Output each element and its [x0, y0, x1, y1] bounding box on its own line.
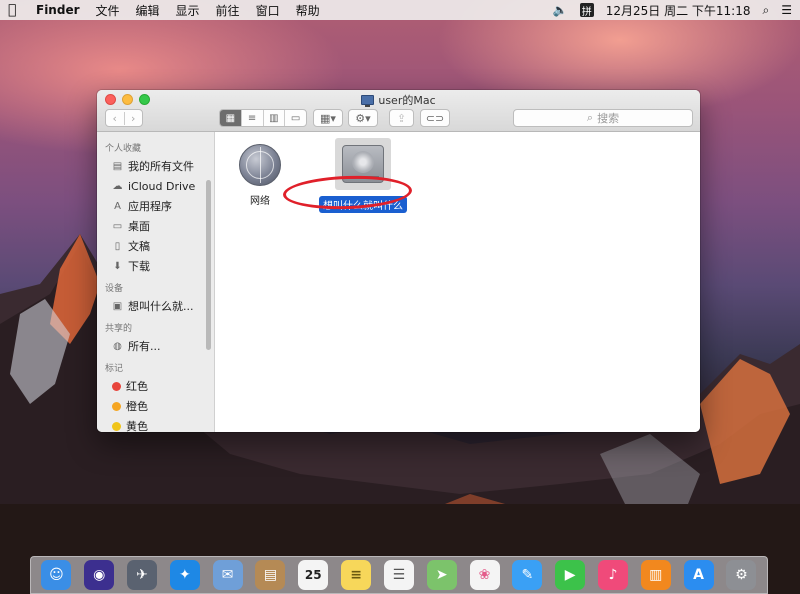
icon-view-button[interactable]: ▦: [220, 110, 242, 126]
sidebar-item-icloud-drive[interactable]: ☁ iCloud Drive: [97, 176, 214, 196]
spotlight-icon[interactable]: ⌕: [763, 3, 770, 18]
apple-menu-icon[interactable]: : [8, 2, 24, 18]
sidebar-item-tag-red[interactable]: 红色: [97, 376, 214, 396]
sidebar-item-label: iCloud Drive: [128, 179, 196, 193]
file-item-network[interactable]: 网络: [239, 144, 281, 207]
music-dock-icon[interactable]: ♪: [597, 560, 628, 590]
search-field[interactable]: ⌕ 搜索: [513, 109, 693, 127]
messages-dock-icon[interactable]: ✎: [512, 560, 543, 590]
sidebar: 个人收藏 ▤ 我的所有文件 ☁ iCloud Drive A 应用程序 ▭ 桌面…: [97, 132, 215, 432]
sidebar-section-tags: 标记: [105, 364, 124, 374]
navigation-buttons: ‹ ›: [105, 109, 143, 127]
download-icon: ⬇: [113, 260, 122, 272]
sidebar-section-devices: 设备: [105, 284, 124, 294]
cover-flow-button[interactable]: ▭: [285, 110, 306, 126]
menu-go[interactable]: 前往: [216, 2, 240, 19]
facetime-dock-icon[interactable]: ▶: [555, 560, 586, 590]
sidebar-item-label: 所有...: [128, 340, 161, 353]
sidebar-item-label: 想叫什么就...: [128, 300, 194, 313]
sidebar-section-shared: 共享的: [105, 324, 133, 334]
dock: ☺ ◉ ✈ ✦ ✉ ▤ 25 ≡ ☰ ➤ ❀ ✎ ▶ ♪ ▥ A ⚙: [30, 556, 768, 594]
sidebar-item-downloads[interactable]: ⬇ 下载: [97, 256, 214, 276]
app-store-dock-icon[interactable]: A: [683, 560, 714, 590]
share-button[interactable]: ⇪: [389, 109, 414, 127]
finder-dock-icon[interactable]: ☺: [41, 560, 72, 590]
network-icon: ◍: [113, 340, 122, 352]
menu-edit[interactable]: 编辑: [136, 2, 160, 19]
sidebar-item-tag-yellow[interactable]: 黄色: [97, 416, 214, 432]
notes-dock-icon[interactable]: ≡: [341, 560, 372, 590]
yellow-tag-icon: [112, 421, 121, 431]
sidebar-item-label: 下载: [128, 260, 150, 273]
search-icon: ⌕: [586, 111, 594, 124]
file-label: 网络: [250, 196, 270, 207]
list-view-button[interactable]: ≡: [242, 110, 264, 126]
sidebar-item-label: 应用程序: [128, 200, 172, 213]
tag-button[interactable]: ⊂⊃: [420, 109, 450, 127]
reminders-dock-icon[interactable]: ☰: [383, 560, 414, 590]
launchpad-dock-icon[interactable]: ✈: [127, 560, 158, 590]
menu-file[interactable]: 文件: [96, 2, 120, 19]
sidebar-item-label: 桌面: [128, 220, 150, 233]
books-dock-icon[interactable]: ▥: [640, 560, 671, 590]
sidebar-item-all-files[interactable]: ▤ 我的所有文件: [97, 156, 214, 176]
sidebar-item-label: 我的所有文件: [128, 160, 194, 173]
maps-dock-icon[interactable]: ➤: [426, 560, 457, 590]
action-gear-button[interactable]: ⚙▾: [348, 109, 378, 127]
desktop-icon: ▭: [112, 220, 123, 232]
sidebar-item-tag-orange[interactable]: 橙色: [97, 396, 214, 416]
computer-icon: [361, 95, 375, 107]
sidebar-item-label: 黄色: [126, 420, 148, 432]
calendar-dock-icon[interactable]: 25: [298, 560, 329, 590]
back-button[interactable]: ‹: [106, 111, 125, 125]
sidebar-item-label: 红色: [126, 380, 148, 393]
menu-window[interactable]: 窗口: [256, 2, 280, 19]
mail-dock-icon[interactable]: ✉: [212, 560, 243, 590]
siri-dock-icon[interactable]: ◉: [84, 560, 115, 590]
file-browser: 网络 想叫什么就叫什么: [215, 132, 700, 432]
menu-help[interactable]: 帮助: [296, 2, 320, 19]
safari-dock-icon[interactable]: ✦: [169, 560, 200, 590]
sidebar-item-label: 橙色: [126, 400, 148, 413]
sidebar-item-desktop[interactable]: ▭ 桌面: [97, 216, 214, 236]
orange-tag-icon: [112, 401, 121, 411]
menu-app-name[interactable]: Finder: [36, 3, 80, 17]
menu-bar:  Finder 文件 编辑 显示 前往 窗口 帮助 🔈 拼 12月25日 周二…: [0, 0, 800, 20]
contacts-dock-icon[interactable]: ▤: [255, 560, 286, 590]
network-globe-icon: [239, 144, 281, 186]
sidebar-scrollbar[interactable]: [206, 180, 211, 350]
window-title: user的Mac: [97, 92, 700, 108]
cloud-icon: ☁: [112, 180, 123, 192]
sidebar-item-documents[interactable]: ▯ 文稿: [97, 236, 214, 256]
forward-button[interactable]: ›: [125, 112, 143, 125]
menu-view[interactable]: 显示: [176, 2, 200, 19]
photos-dock-icon[interactable]: ❀: [469, 560, 500, 590]
red-tag-icon: [112, 381, 121, 391]
search-placeholder: 搜索: [597, 112, 620, 125]
all-files-icon: ▤: [112, 160, 123, 172]
view-mode-buttons: ▦ ≡ ▥ ▭: [219, 109, 307, 127]
sidebar-item-label: 文稿: [128, 240, 150, 253]
window-title-text: user的Mac: [378, 94, 436, 107]
sidebar-section-favorites: 个人收藏: [105, 144, 142, 154]
sidebar-item-applications[interactable]: A 应用程序: [97, 196, 214, 216]
toolbar: ‹ › ▦ ≡ ▥ ▭ ▦▾ ⚙▾ ⇪ ⊂⊃ ⌕ 搜索: [97, 109, 700, 129]
input-method-icon[interactable]: 拼: [579, 3, 594, 18]
volume-icon[interactable]: 🔈: [553, 3, 568, 17]
finder-window: user的Mac ‹ › ▦ ≡ ▥ ▭ ▦▾ ⚙▾ ⇪ ⊂⊃ ⌕ 搜索 个人收…: [97, 90, 700, 432]
title-bar: user的Mac ‹ › ▦ ≡ ▥ ▭ ▦▾ ⚙▾ ⇪ ⊂⊃ ⌕ 搜索: [97, 90, 700, 132]
sidebar-item-shared-all[interactable]: ◍ 所有...: [97, 336, 214, 356]
clock[interactable]: 12月25日 周二 下午11:18: [606, 2, 751, 19]
documents-icon: ▯: [114, 240, 121, 252]
applications-icon: A: [114, 200, 121, 212]
column-view-button[interactable]: ▥: [264, 110, 286, 126]
disk-icon: ▣: [112, 300, 123, 312]
sidebar-item-disk[interactable]: ▣ 想叫什么就...: [97, 296, 214, 316]
notification-center-icon[interactable]: ☰: [781, 3, 792, 17]
system-preferences-dock-icon[interactable]: ⚙: [726, 560, 757, 590]
arrange-button[interactable]: ▦▾: [313, 109, 343, 127]
